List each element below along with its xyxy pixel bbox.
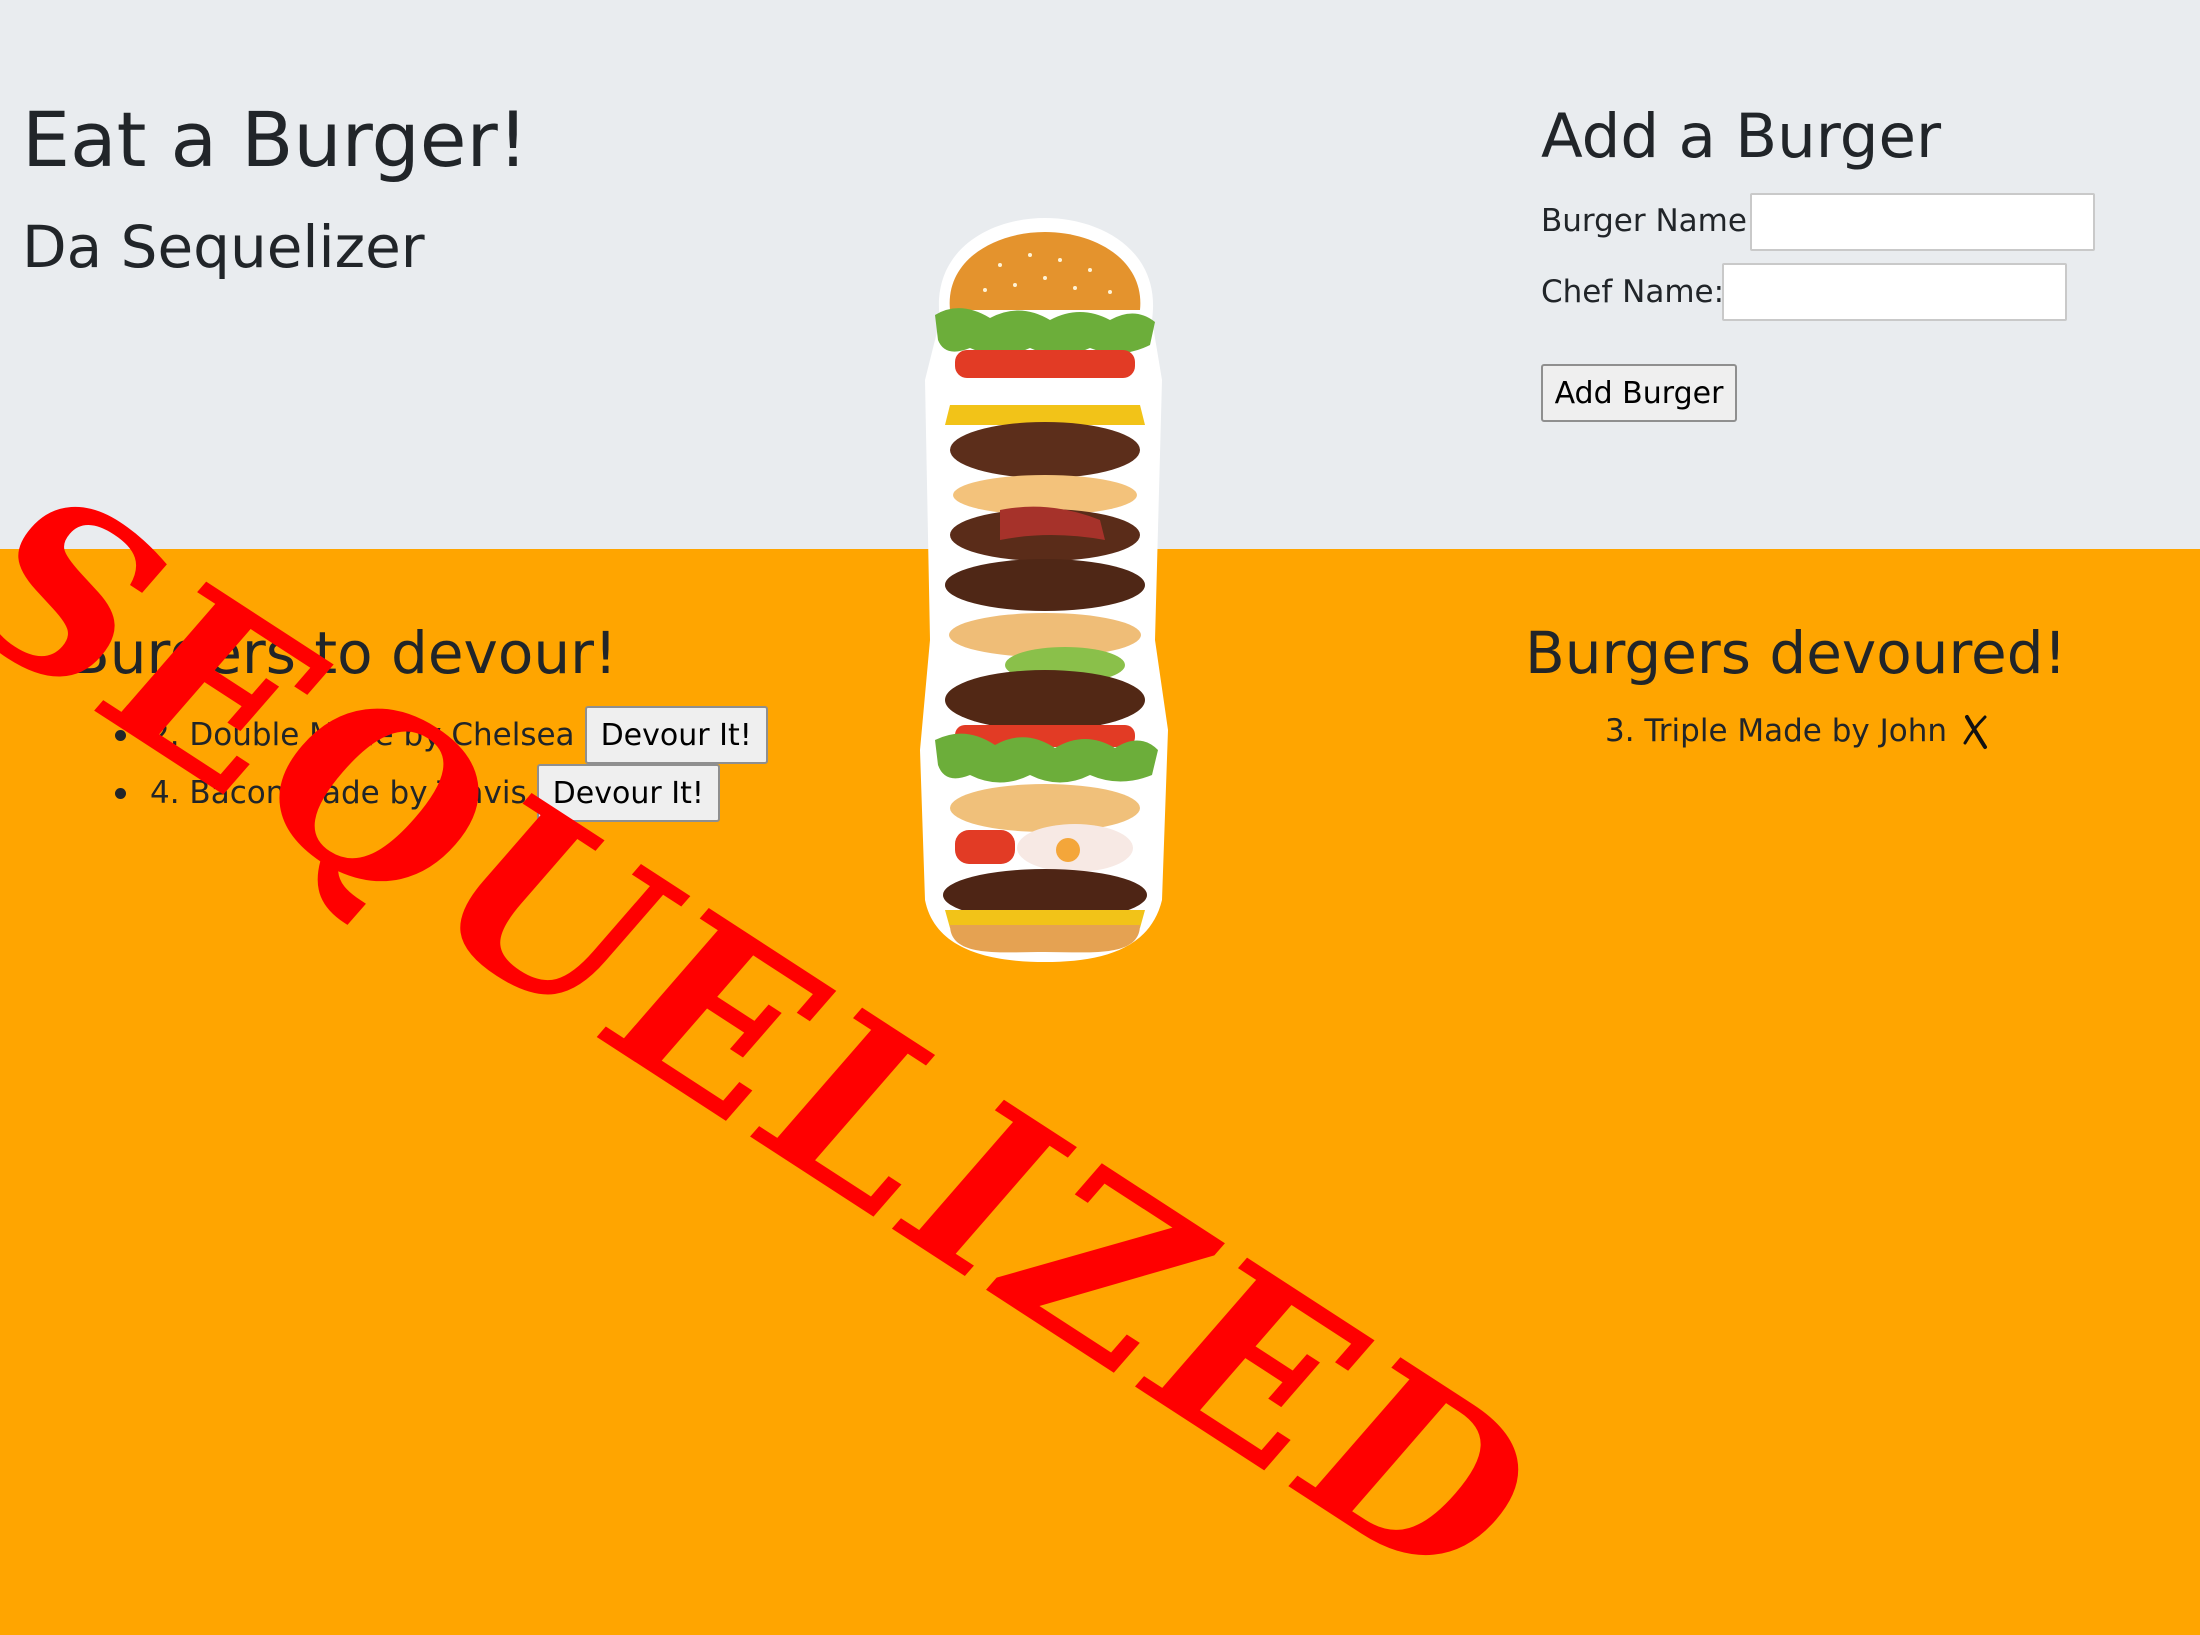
chef-name-label: Chef Name: — [1541, 274, 1725, 310]
devour-button[interactable]: Devour It! — [584, 706, 768, 764]
page-subtitle: Da Sequelizer — [22, 213, 425, 281]
chef-name-input[interactable] — [1722, 263, 2067, 321]
burger-tower-image — [920, 218, 1168, 962]
burger-item-text: 4. Bacon Made by Travis — [150, 775, 527, 811]
page-title: Eat a Burger! — [22, 95, 529, 184]
devour-button[interactable]: Devour It! — [536, 764, 720, 822]
burger-item-text: 3. Triple Made by John — [1605, 713, 1948, 749]
burger-item-text: 2. Double Made by Chelsea — [150, 717, 575, 753]
list-item: 4. Bacon Made by Travis Devour It! — [115, 764, 720, 822]
bullet-icon — [115, 787, 126, 799]
burger-name-label: Burger Name: — [1541, 203, 1758, 239]
close-icon[interactable] — [1961, 711, 1991, 751]
burger-name-input[interactable] — [1750, 193, 2095, 251]
to-devour-heading: Burgers to devour! — [70, 619, 618, 687]
list-item: 2. Double Made by Chelsea Devour It! — [115, 706, 768, 764]
bullet-icon — [115, 729, 126, 741]
list-item: 3. Triple Made by John — [1605, 706, 1991, 756]
devoured-heading: Burgers devoured! — [1525, 619, 2067, 687]
add-burger-button[interactable]: Add Burger — [1541, 364, 1737, 422]
add-burger-title: Add a Burger — [1541, 101, 1942, 172]
